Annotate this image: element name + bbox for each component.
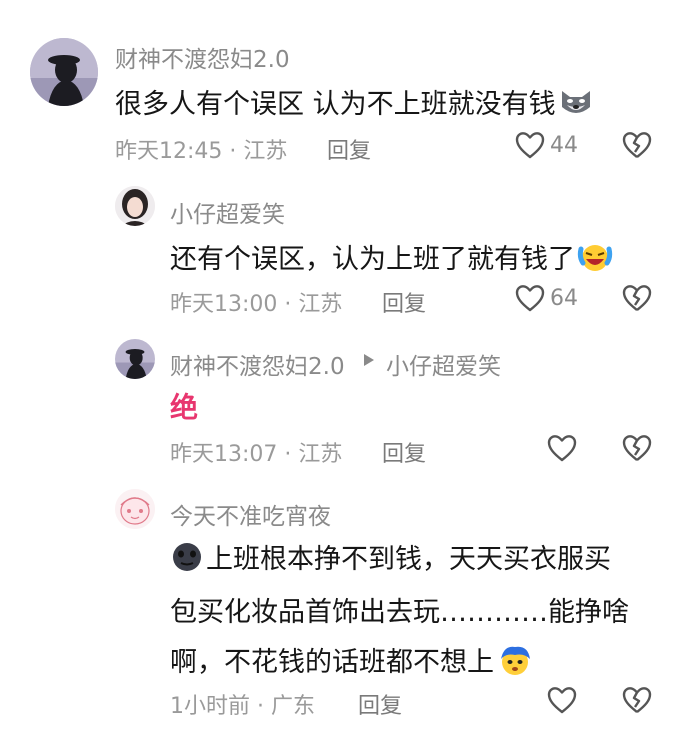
wolf-face-emoji — [558, 87, 594, 124]
comment-text: 绝 — [170, 391, 199, 424]
dislike-broken-heart-icon[interactable] — [622, 434, 652, 462]
dark-face-emoji — [170, 541, 204, 580]
dislike-broken-heart-icon[interactable] — [622, 131, 652, 159]
avatar-image — [115, 489, 155, 529]
like-heart-icon[interactable] — [547, 686, 577, 714]
like-heart-icon[interactable] — [547, 434, 577, 462]
like-heart-icon[interactable] — [515, 284, 545, 312]
comment-author[interactable]: 小仔超爱笑 — [170, 195, 285, 229]
dislike-broken-heart-icon[interactable] — [622, 284, 652, 312]
like-count: 64 — [550, 286, 578, 311]
comment-time-location: 昨天13:00 · 江苏 — [170, 292, 343, 317]
reply-button[interactable]: 回复 — [327, 133, 371, 165]
comment-text-content: 还有个误区，认为上班了就有钱了 — [170, 244, 575, 275]
avatar[interactable] — [115, 339, 155, 379]
reply-button[interactable]: 回复 — [358, 688, 402, 720]
comment-text: 很多人有个误区 认为不上班就没有钱 — [115, 82, 594, 124]
laughing-crying-emoji — [577, 241, 613, 280]
reply-arrow-icon — [362, 352, 376, 368]
comment-author[interactable]: 今天不准吃宵夜 — [170, 497, 331, 531]
like-heart-icon[interactable] — [515, 131, 545, 159]
comment-text-line: 包买化妆品首饰出去玩…………能挣啥 — [170, 597, 629, 628]
comment-text-content: 很多人有个误区 认为不上班就没有钱 — [115, 89, 556, 120]
comment-time-location: 昨天13:07 · 江苏 — [170, 442, 343, 467]
comment-author[interactable]: 财神不渡怨妇2.0 — [170, 347, 345, 381]
avatar[interactable] — [30, 38, 98, 106]
reply-button[interactable]: 回复 — [382, 286, 426, 318]
reply-button[interactable]: 回复 — [382, 436, 426, 468]
comment-text-line: 啊，不花钱的话班都不想上 — [170, 640, 534, 684]
comment-text-content: 啊，不花钱的话班都不想上 — [170, 647, 494, 678]
avatar-image — [115, 339, 155, 379]
comment-author[interactable]: 财神不渡怨妇2.0 — [115, 40, 290, 74]
avatar[interactable] — [115, 489, 155, 529]
comment-time-location: 1小时前 · 广东 — [170, 694, 315, 719]
dislike-broken-heart-icon[interactable] — [622, 686, 652, 714]
comment-text-content: 上班根本挣不到钱，天天买衣服买 — [206, 544, 611, 575]
avatar[interactable] — [115, 186, 155, 226]
comment-text-line: 上班根本挣不到钱，天天买衣服买 — [170, 537, 611, 580]
comment-time-location: 昨天12:45 · 江苏 — [115, 139, 288, 164]
avatar-image — [115, 186, 155, 226]
avatar-image — [30, 38, 98, 106]
comment-text: 还有个误区，认为上班了就有钱了 — [170, 237, 613, 280]
blue-hair-face-emoji — [496, 643, 534, 684]
like-count: 44 — [550, 133, 578, 158]
reply-to-author[interactable]: 小仔超爱笑 — [386, 347, 501, 381]
